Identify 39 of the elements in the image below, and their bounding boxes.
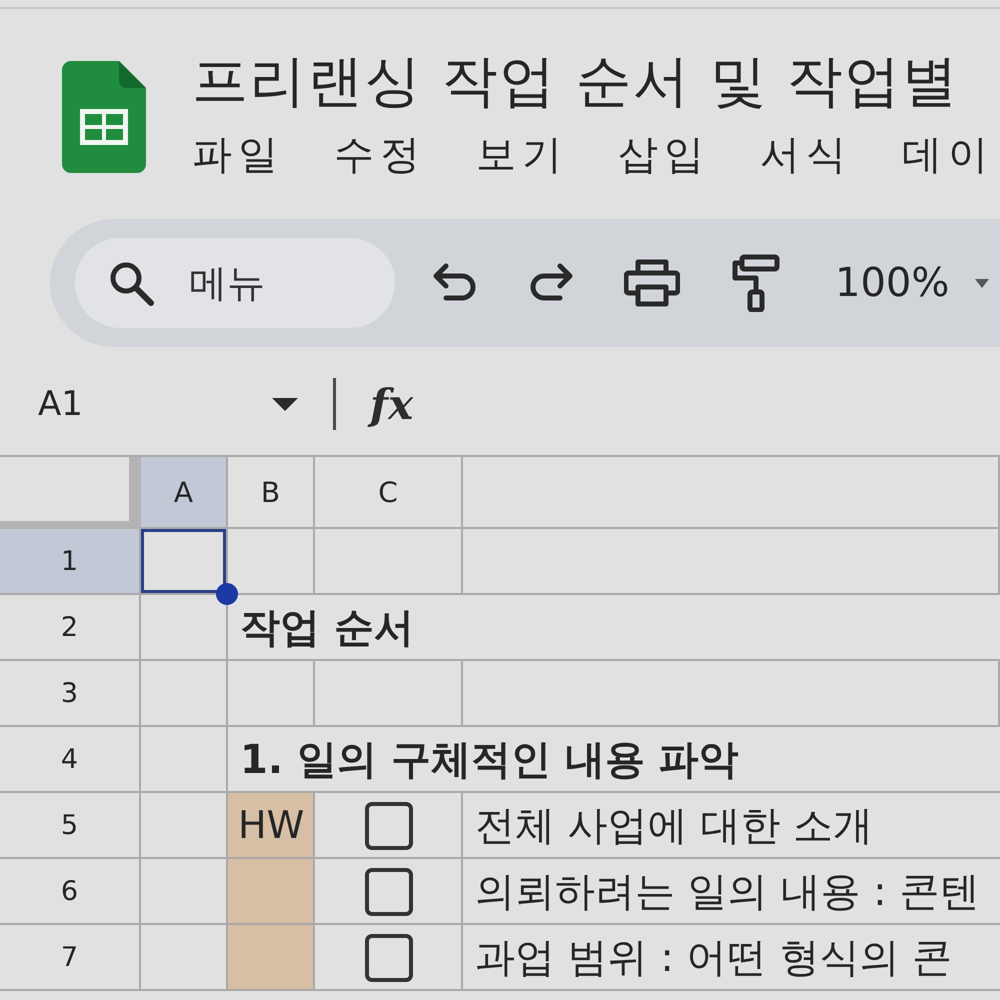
- function-label: fx: [370, 380, 414, 428]
- spreadsheet-logo-icon[interactable]: [62, 61, 146, 173]
- task-text: 의뢰하려는 일의 내용 : 콘텐: [463, 859, 1000, 925]
- handle-dot-icon[interactable]: [216, 583, 238, 605]
- task-text: 과업 범위 : 어떤 형식의 콘: [463, 925, 1000, 991]
- name-box[interactable]: A1: [30, 376, 298, 432]
- checkbox[interactable]: [365, 868, 413, 916]
- checkbox[interactable]: [365, 802, 413, 850]
- document-title[interactable]: 프리랜싱 작업 순서 및 작업별: [192, 49, 994, 115]
- menu-item[interactable]: 수정: [334, 131, 426, 179]
- column-header[interactable]: B: [228, 457, 315, 529]
- menu-item[interactable]: 서식: [760, 131, 852, 179]
- search-icon[interactable]: [108, 260, 154, 306]
- caret-icon[interactable]: [272, 398, 298, 410]
- paint-roller-icon[interactable]: [730, 254, 780, 312]
- redo-icon[interactable]: [528, 263, 574, 303]
- task-text: 전체 사업에 대한 소개: [463, 793, 1000, 859]
- menu-item[interactable]: 보기: [476, 131, 568, 179]
- row-header[interactable]: 3: [0, 661, 141, 727]
- row-header[interactable]: 1: [0, 529, 141, 595]
- zoom-dropdown[interactable]: 100%: [835, 260, 990, 306]
- row-header[interactable]: 4: [0, 727, 141, 793]
- menu-item[interactable]: 데이: [902, 131, 994, 179]
- print-icon[interactable]: [624, 259, 680, 307]
- row-header[interactable]: 5: [0, 793, 141, 859]
- row-header[interactable]: 2: [0, 595, 141, 661]
- row-header[interactable]: 7: [0, 925, 141, 991]
- caret-icon[interactable]: [975, 278, 990, 288]
- row-header[interactable]: 6: [0, 859, 141, 925]
- checkbox[interactable]: [365, 934, 413, 982]
- section-heading: 작업 순서: [228, 595, 1000, 661]
- menu-item[interactable]: 파일: [192, 131, 284, 179]
- undo-icon[interactable]: [432, 263, 478, 303]
- column-header[interactable]: A: [141, 457, 228, 529]
- tag-cell: HW: [228, 793, 315, 859]
- menu-search-field[interactable]: 메뉴: [75, 238, 395, 328]
- selected-cell[interactable]: [141, 529, 228, 595]
- column-header[interactable]: C: [315, 457, 463, 529]
- menu-item[interactable]: 삽입: [618, 131, 710, 179]
